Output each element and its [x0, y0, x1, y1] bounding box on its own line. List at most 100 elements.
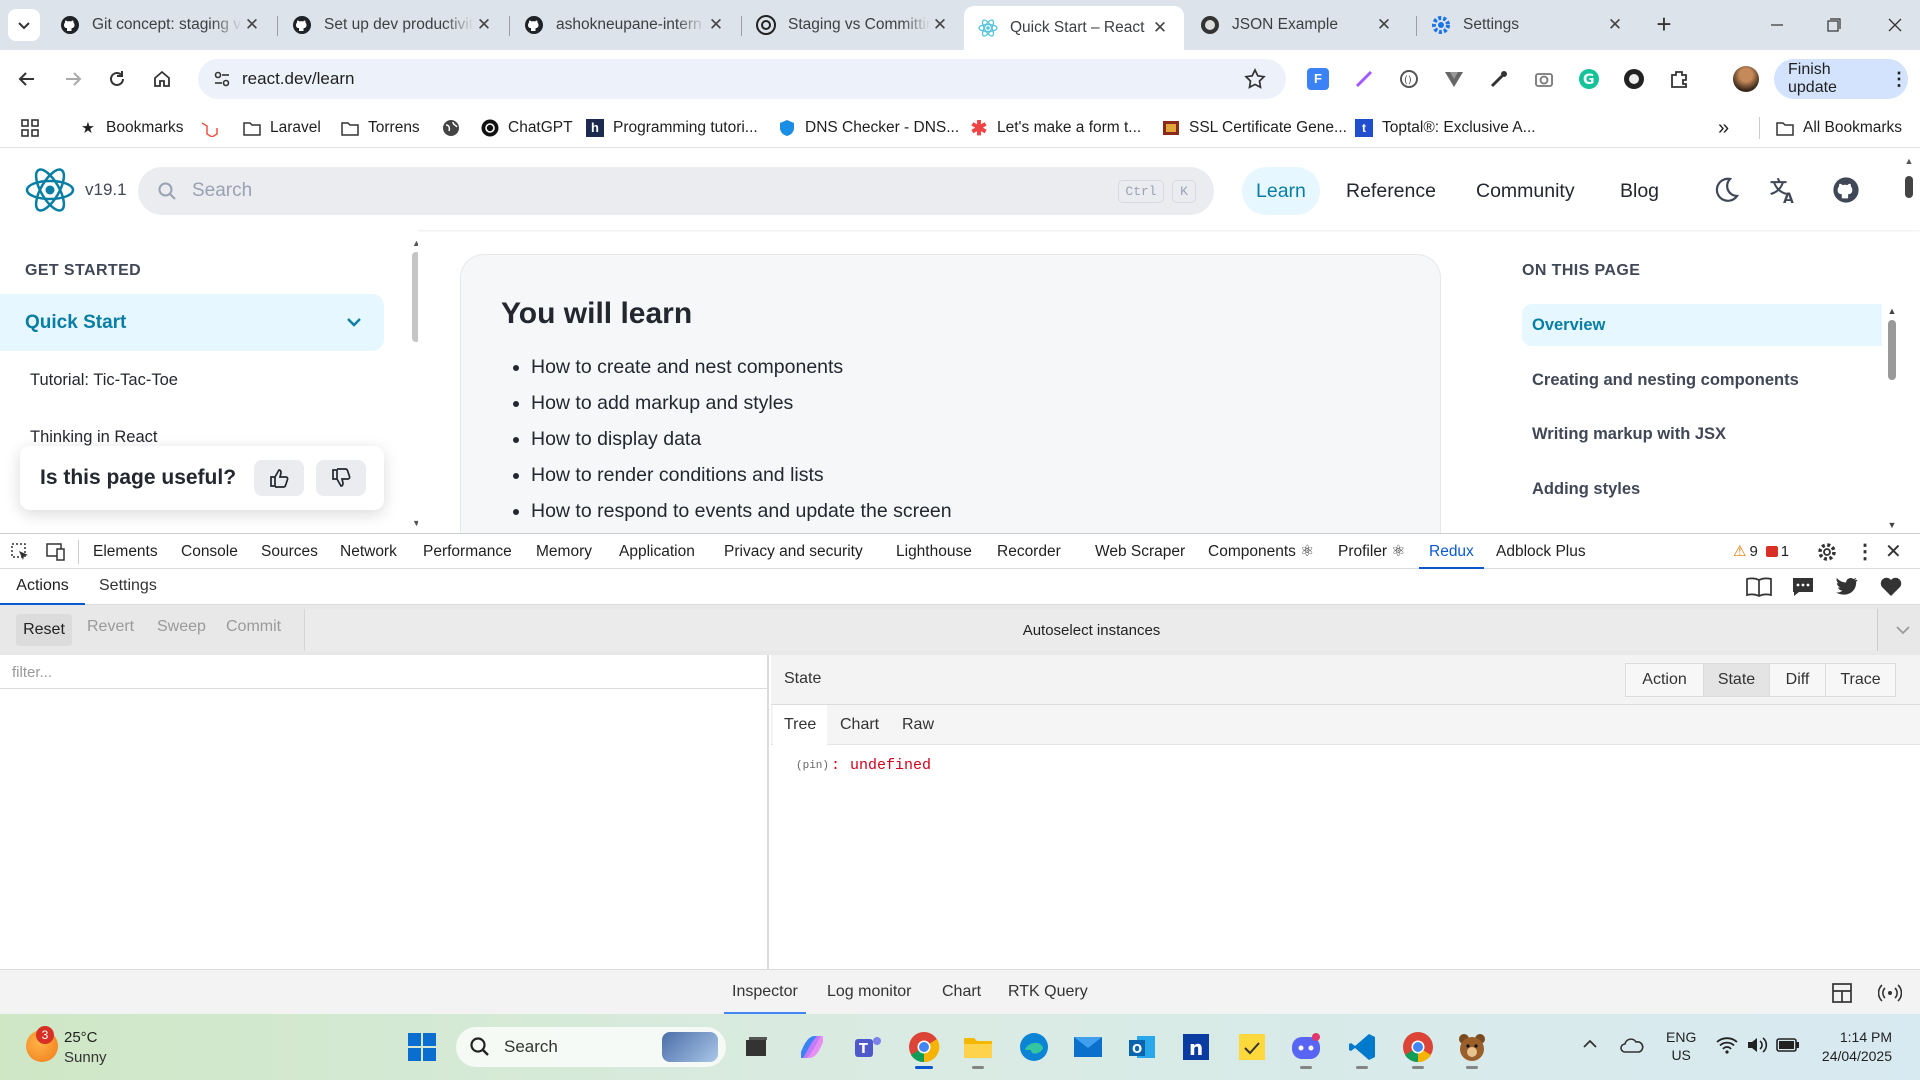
sidebar-scrollbar[interactable]: ▲ ▼: [412, 238, 418, 528]
devtools-tab-profiler[interactable]: Profiler ⚛: [1338, 534, 1405, 570]
devtools-tab-network[interactable]: Network: [340, 534, 397, 570]
devtools-tab-sources[interactable]: Sources: [261, 534, 318, 570]
address-bar[interactable]: react.dev/learn: [198, 59, 1286, 99]
heart-icon[interactable]: [1880, 577, 1902, 597]
nav-reference[interactable]: Reference: [1332, 167, 1450, 215]
issues-counter[interactable]: ⚠ 9 1: [1733, 542, 1789, 561]
close-icon[interactable]: ✕: [242, 15, 262, 35]
taskbar-search[interactable]: Search: [456, 1027, 726, 1067]
bookmark-item[interactable]: ChatGPT: [481, 116, 573, 140]
version-label[interactable]: v19.1: [85, 180, 127, 200]
back-button[interactable]: [11, 63, 43, 95]
sidebar-item-quick-start[interactable]: Quick Start: [0, 294, 384, 351]
sticky-notes-icon[interactable]: [1232, 1027, 1272, 1067]
discord-icon[interactable]: [1286, 1027, 1326, 1069]
bookmark-item[interactable]: [200, 116, 227, 140]
reset-button[interactable]: Reset: [16, 614, 72, 646]
new-tab-button[interactable]: +: [1650, 11, 1678, 39]
devtools-tab-elements[interactable]: Elements: [93, 534, 158, 570]
extension-vue-icon[interactable]: [1438, 63, 1470, 95]
notion-icon[interactable]: n: [1176, 1027, 1216, 1067]
clock[interactable]: 1:14 PM 24/04/2025: [1806, 1028, 1892, 1066]
browser-tab[interactable]: Set up dev productivity ✕: [278, 8, 508, 42]
subtab-actions[interactable]: Actions: [0, 569, 85, 605]
apps-grid-icon[interactable]: [20, 116, 40, 140]
browser-tab[interactable]: ashokneupane-intern ✕: [510, 8, 740, 42]
devtools-tab-performance[interactable]: Performance: [423, 534, 512, 570]
chrome-icon[interactable]: [904, 1027, 944, 1069]
battery-icon[interactable]: [1776, 1037, 1800, 1053]
thumbs-down-button[interactable]: [316, 460, 366, 496]
page-scrollbar[interactable]: ▲: [1904, 156, 1914, 208]
revert-button[interactable]: Revert: [87, 618, 134, 636]
diff-view-button[interactable]: Diff: [1769, 663, 1826, 697]
outlook-icon[interactable]: O: [1122, 1027, 1162, 1067]
chart-tab[interactable]: Chart: [829, 705, 890, 745]
devtools-tab-privacy[interactable]: Privacy and security: [724, 534, 863, 570]
devtools-tab-components[interactable]: Components ⚛: [1208, 534, 1314, 570]
bear-app-icon[interactable]: [1452, 1027, 1492, 1069]
more-bookmarks-chevron-icon[interactable]: »: [1718, 116, 1729, 140]
sidebar-item-thinking-in-react[interactable]: Thinking in React: [30, 428, 157, 447]
copilot-icon[interactable]: [792, 1027, 832, 1067]
onedrive-cloud-icon[interactable]: [1620, 1036, 1644, 1054]
close-window-button[interactable]: [1880, 12, 1910, 38]
volume-icon[interactable]: [1746, 1036, 1768, 1054]
toc-scrollbar[interactable]: ▲ ▼: [1886, 306, 1898, 530]
devtools-tab-lighthouse[interactable]: Lighthouse: [896, 534, 972, 570]
extensions-puzzle-icon[interactable]: [1663, 63, 1695, 95]
task-view-icon[interactable]: [736, 1027, 776, 1067]
devtools-tab-adblock[interactable]: Adblock Plus: [1496, 534, 1586, 570]
close-icon[interactable]: ✕: [1374, 15, 1394, 35]
state-view-button[interactable]: State: [1703, 663, 1770, 697]
language-indicator[interactable]: ENG US: [1666, 1028, 1696, 1064]
home-button[interactable]: [146, 63, 178, 95]
browser-tab[interactable]: JSON Example ✕: [1186, 8, 1408, 42]
toc-item-overview[interactable]: Overview: [1522, 304, 1882, 346]
tray-chevron-up-icon[interactable]: [1582, 1036, 1598, 1052]
devtools-tab-web-scraper[interactable]: Web Scraper: [1095, 534, 1185, 570]
toc-item[interactable]: Writing markup with JSX: [1532, 425, 1726, 444]
book-docs-icon[interactable]: [1746, 576, 1772, 598]
settings-gear-icon[interactable]: [1816, 541, 1838, 563]
bookmark-item[interactable]: SSL Certificate Gene...: [1162, 116, 1347, 140]
tree-node[interactable]: (pin) : undefined: [796, 757, 931, 774]
feedback-chat-icon[interactable]: [1792, 577, 1814, 597]
close-icon[interactable]: ✕: [930, 15, 950, 35]
browser-tab-active[interactable]: Quick Start – React ✕: [964, 6, 1184, 50]
devtools-tab-recorder[interactable]: Recorder: [997, 534, 1061, 570]
devtools-tab-application[interactable]: Application: [619, 534, 695, 570]
close-devtools-icon[interactable]: ✕: [1885, 539, 1902, 564]
profile-avatar[interactable]: [1730, 63, 1762, 95]
close-icon[interactable]: ✕: [706, 15, 726, 35]
close-icon[interactable]: ✕: [1605, 15, 1625, 35]
trace-view-button[interactable]: Trace: [1825, 663, 1896, 697]
windows-start-icon[interactable]: [402, 1027, 442, 1067]
close-icon[interactable]: ✕: [1150, 18, 1170, 38]
browser-tab[interactable]: Git concept: staging vs ✕: [46, 8, 276, 42]
nav-learn[interactable]: Learn: [1242, 167, 1320, 215]
close-icon[interactable]: ✕: [474, 15, 494, 35]
instance-selector[interactable]: Autoselect instances: [304, 609, 1910, 651]
tree-tab[interactable]: Tree: [773, 705, 828, 745]
commit-button[interactable]: Commit: [226, 618, 281, 636]
rtk-query-tab[interactable]: RTK Query: [1008, 970, 1088, 1015]
action-view-button[interactable]: Action: [1625, 663, 1704, 697]
toc-item[interactable]: Adding styles: [1532, 480, 1640, 499]
bookmark-star-icon[interactable]: [1244, 68, 1266, 90]
grid-layout-icon[interactable]: [1832, 983, 1852, 1003]
device-toolbar-icon[interactable]: [46, 542, 66, 562]
extension-pen-icon[interactable]: [1348, 63, 1380, 95]
thumbs-up-button[interactable]: [254, 460, 304, 496]
weather-temp[interactable]: 25°C: [64, 1029, 98, 1046]
vscode-icon[interactable]: [1342, 1027, 1382, 1069]
extension-eyedropper-icon[interactable]: (): [1393, 63, 1425, 95]
minimize-button[interactable]: [1762, 12, 1792, 38]
devtools-tab-console[interactable]: Console: [181, 534, 238, 570]
extension-circle-icon[interactable]: [1618, 63, 1650, 95]
nav-blog[interactable]: Blog: [1606, 167, 1673, 215]
bookmark-item[interactable]: [442, 116, 469, 140]
forward-button[interactable]: [57, 63, 89, 95]
nav-community[interactable]: Community: [1462, 167, 1589, 215]
remote-broadcast-icon[interactable]: [1878, 982, 1902, 1004]
